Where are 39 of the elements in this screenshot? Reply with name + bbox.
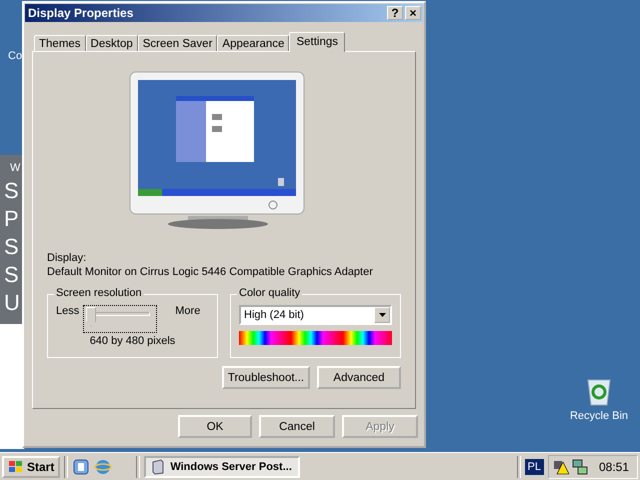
start-button[interactable]: Start xyxy=(2,456,60,478)
resolution-reading: 640 by 480 pixels xyxy=(90,335,176,347)
network-icon[interactable] xyxy=(572,458,588,474)
tab[interactable]: Screen Saver xyxy=(138,35,218,51)
resolution-slider[interactable] xyxy=(83,305,158,333)
desktop-icon-label: Co xyxy=(8,50,22,62)
window-text: P xyxy=(3,205,20,233)
tab[interactable]: Appearance xyxy=(217,35,290,51)
close-button[interactable]: × xyxy=(405,6,421,20)
dialog-button[interactable]: OK xyxy=(178,415,252,438)
group-title: Color quality xyxy=(237,287,302,299)
windows-flag-icon xyxy=(8,460,24,474)
group-title: Screen resolution xyxy=(54,287,144,299)
warning-icon[interactable] xyxy=(552,458,569,474)
more-label: More xyxy=(175,305,200,317)
slider-thumb[interactable] xyxy=(86,307,96,327)
help-button[interactable]: ? xyxy=(387,6,403,20)
window-text: W xyxy=(9,161,22,176)
tab[interactable]: Desktop xyxy=(86,35,138,51)
server-icon xyxy=(150,458,166,474)
display-device: Default Monitor on Cirrus Logic 5446 Compatible Graphics Adapter xyxy=(47,266,374,278)
taskbar-task[interactable]: Windows Server Post... xyxy=(144,456,300,478)
window-text: U xyxy=(3,289,21,317)
server-manager-icon[interactable] xyxy=(72,458,90,476)
panel-button[interactable]: Troubleshoot... xyxy=(222,366,310,389)
dialog-button[interactable]: Cancel xyxy=(259,415,335,438)
window-text: S xyxy=(3,233,20,261)
language-indicator[interactable]: PL xyxy=(524,458,544,474)
window-text: S xyxy=(3,261,20,289)
icon-label: Recycle Bin xyxy=(570,410,628,422)
clock: 08:51 xyxy=(598,460,629,474)
display-label: Display: xyxy=(47,252,88,264)
less-label: Less xyxy=(56,305,80,317)
panel-button[interactable]: Advanced xyxy=(317,366,401,389)
tab[interactable]: Settings xyxy=(289,32,346,52)
window-text: S xyxy=(3,177,20,205)
window-title: Display Properties xyxy=(28,6,134,20)
color-quality-dropdown[interactable]: High (24 bit) xyxy=(239,305,392,325)
tab[interactable]: Themes xyxy=(34,35,86,51)
